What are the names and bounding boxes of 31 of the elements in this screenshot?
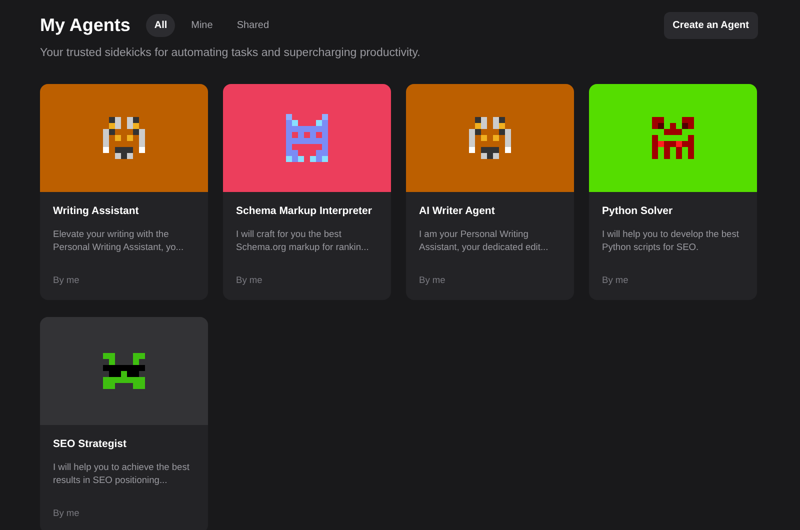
agent-name: AI Writer Agent bbox=[419, 204, 496, 220]
filter-tab[interactable]: Mine bbox=[183, 14, 221, 37]
page-subtitle: Your trusted sidekicks for automating tasks and supercharging productivity. bbox=[40, 46, 422, 61]
filter-tab[interactable]: Shared bbox=[228, 14, 278, 37]
agent-description: Elevate your writing with the Personal Writing Assistant, yo... bbox=[53, 228, 185, 254]
page-title: My Agents bbox=[40, 14, 130, 36]
agent-author: By me bbox=[419, 274, 446, 288]
pixel-fox-icon bbox=[103, 117, 145, 160]
pixel-sunglasses-icon bbox=[103, 353, 145, 390]
filter-tab[interactable]: All bbox=[146, 14, 176, 37]
agent-description: I will help you to achieve the best results in SEO positioning... bbox=[53, 461, 190, 488]
agent-card[interactable]: SEO Strategist I will help you to achieve the best results in SEO positioning... By me bbox=[40, 317, 208, 530]
agent-name: SEO Strategist bbox=[53, 437, 128, 452]
agent-author: By me bbox=[53, 274, 80, 288]
pixel-fox-icon bbox=[469, 117, 511, 160]
agent-name: Writing Assistant bbox=[53, 204, 140, 220]
agent-description: I am your Personal Writing Assistant, your dedicated edit... bbox=[419, 228, 550, 254]
pixel-robot-icon bbox=[286, 114, 328, 162]
agent-card[interactable]: Python Solver I will help you to develop the best Python scripts for SEO. By me bbox=[589, 84, 757, 300]
pixel-monster-icon bbox=[652, 117, 694, 160]
agent-card[interactable]: Schema Markup Interpreter I will craft for you the best Schema.org markup for rankin... By me bbox=[223, 84, 391, 300]
agent-description: I will help you to develop the best Python scripts for SEO. bbox=[602, 228, 740, 254]
agent-card[interactable]: AI Writer Agent I am your Personal Writing Assistant, your dedicated edit... By me bbox=[406, 84, 574, 300]
agent-description: I will craft for you the best Schema.org markup for rankin... bbox=[236, 228, 370, 254]
agent-author: By me bbox=[602, 274, 630, 288]
agent-author: By me bbox=[236, 274, 264, 288]
agent-name: Schema Markup Interpreter bbox=[236, 204, 373, 220]
agent-name: Python Solver bbox=[602, 204, 674, 220]
agent-author: By me bbox=[53, 507, 80, 520]
agent-card[interactable]: Writing Assistant Elevate your writing with the Personal Writing Assistant, yo... By me bbox=[40, 84, 208, 300]
create-agent-button[interactable]: Create an Agent bbox=[664, 12, 758, 39]
